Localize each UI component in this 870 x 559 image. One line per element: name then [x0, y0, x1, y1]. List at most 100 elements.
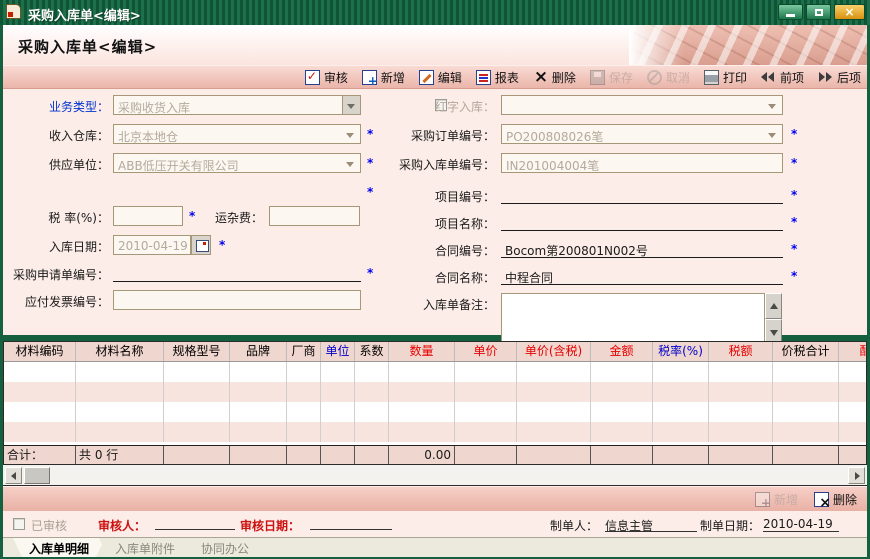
minimize-icon — [786, 14, 795, 17]
scroll-right-icon[interactable] — [848, 467, 865, 484]
table-cell — [4, 422, 76, 442]
field-label: 入库单备注： — [373, 296, 495, 313]
toolbar-button[interactable]: 编辑 — [419, 69, 462, 86]
audit-date-label: 审核日期： — [240, 517, 300, 534]
table-cell — [76, 422, 164, 442]
toolbar-buttons: 审核新增 编辑报表删除 保存取消打印前项 后项 — [3, 65, 867, 89]
column-header[interactable]: 数量 — [389, 342, 455, 362]
title-bar: 采购入库单<编辑> × — [0, 0, 870, 25]
toolbar-button[interactable]: 前项 — [761, 69, 804, 86]
audited-checkbox[interactable] — [13, 518, 25, 530]
column-header[interactable]: 厂商 — [287, 342, 321, 362]
red-entry-select[interactable] — [501, 95, 783, 115]
toolbar-button[interactable]: 删除 — [533, 69, 576, 86]
bottom-tab[interactable]: 协同办公 — [185, 538, 265, 557]
table-cell — [230, 362, 287, 382]
maker-value: 信息主管 — [605, 517, 697, 532]
toolbar-button-label: 保存 — [609, 69, 633, 86]
remark-textarea[interactable] — [501, 293, 765, 345]
table-cell — [389, 402, 455, 422]
column-header[interactable]: 单价(含税) — [517, 342, 591, 362]
table-cell — [517, 402, 591, 422]
scroll-left-icon[interactable] — [5, 467, 22, 484]
contract-name-value: 中程合同 — [505, 269, 553, 286]
column-header[interactable]: 材料编码 — [4, 342, 76, 362]
material-grid: 材料编码材料名称规格型号品牌厂商单位系数数量单价单价(含税)金额税率(%)税额价… — [3, 341, 867, 465]
table-cell — [164, 362, 230, 382]
project-no-input[interactable] — [501, 185, 783, 204]
toolbar-button[interactable]: 保存 — [590, 69, 633, 86]
toolbar-button[interactable]: 新增 — [362, 69, 405, 86]
scrollbar-thumb[interactable] — [24, 467, 50, 484]
table-cell — [709, 382, 773, 402]
table-cell — [355, 402, 389, 422]
contract-no-input[interactable]: Bocom第200801N002号 — [501, 239, 783, 258]
delete-icon — [533, 70, 548, 85]
contract-name-input[interactable]: 中程合同 — [501, 266, 783, 285]
toolbar-button-label: 后项 — [837, 69, 861, 86]
auditor-label: 审核人： — [98, 517, 146, 534]
scroll-up-icon[interactable] — [765, 293, 782, 319]
column-header[interactable]: 品牌 — [230, 342, 287, 362]
project-name-input[interactable] — [501, 212, 783, 231]
table-header: 材料编码材料名称规格型号品牌厂商单位系数数量单价单价(含税)金额税率(%)税额价… — [4, 342, 866, 362]
minimize-button[interactable] — [778, 4, 803, 20]
toolbar-button[interactable]: 审核 — [305, 69, 348, 86]
field-label: 红字入库： — [373, 98, 495, 115]
required-marker: * — [791, 269, 797, 283]
table-cell — [355, 422, 389, 442]
table-cell — [653, 362, 709, 382]
column-header[interactable]: 税额 — [709, 342, 773, 362]
toolbar-button-label: 编辑 — [438, 69, 462, 86]
storage-no-input[interactable]: IN201004004笔 — [501, 153, 783, 173]
table-cell — [773, 382, 839, 402]
field-label: 合同名称： — [373, 269, 495, 286]
toolbar-button[interactable]: 打印 — [704, 69, 747, 86]
maximize-icon — [815, 9, 823, 16]
required-marker: * — [791, 242, 797, 256]
bottom-tab[interactable]: 入库单明细 — [13, 538, 105, 557]
column-header[interactable]: 材料名称 — [76, 342, 164, 362]
table-row — [4, 382, 866, 402]
maximize-button[interactable] — [806, 4, 831, 20]
column-header[interactable]: 税率(%) — [653, 342, 709, 362]
detail-delete-label: 删除 — [833, 491, 857, 508]
totals-cell — [230, 446, 287, 464]
close-button[interactable]: × — [834, 4, 865, 20]
toolbar-button[interactable]: 取消 — [647, 69, 690, 86]
maker-label: 制单人： — [550, 517, 598, 534]
auditor-field[interactable] — [155, 517, 235, 530]
table-cell — [76, 362, 164, 382]
order-no-select[interactable]: PO200808026笔 — [501, 124, 783, 144]
table-body — [4, 362, 866, 445]
field-label: 采购入库单编号： — [373, 156, 495, 173]
table-cell — [653, 382, 709, 402]
detail-add-button[interactable]: 新增 — [755, 491, 798, 508]
table-cell — [709, 402, 773, 422]
totals-cell — [773, 446, 839, 464]
make-date-label: 制单日期： — [700, 517, 760, 534]
horizontal-scrollbar[interactable] — [3, 465, 867, 486]
column-header[interactable]: 价税合计 — [773, 342, 839, 362]
column-header[interactable]: 系数 — [355, 342, 389, 362]
table-cell — [517, 362, 591, 382]
column-header[interactable]: 单位 — [321, 342, 355, 362]
report-icon — [476, 70, 491, 85]
column-header[interactable]: 规格型号 — [164, 342, 230, 362]
totals-cell — [164, 446, 230, 464]
totals-cell — [591, 446, 653, 464]
save-icon — [590, 70, 605, 85]
storage-no-value: IN201004004笔 — [506, 157, 599, 174]
column-header[interactable]: 单价 — [455, 342, 517, 362]
table-cell — [591, 362, 653, 382]
table-cell — [591, 382, 653, 402]
table-cell — [455, 402, 517, 422]
bottom-tab[interactable]: 入库单附件 — [99, 538, 191, 557]
bottom-tabs: 入库单明细入库单附件协同办公 — [3, 537, 867, 557]
toolbar-button[interactable]: 报表 — [476, 69, 519, 86]
detail-delete-button[interactable]: 删除 — [814, 491, 857, 508]
toolbar-button[interactable]: 后项 — [818, 69, 861, 86]
column-header[interactable]: 金额 — [591, 342, 653, 362]
column-header[interactable]: 配置参数 — [839, 342, 866, 362]
audit-date-field[interactable] — [310, 517, 392, 530]
